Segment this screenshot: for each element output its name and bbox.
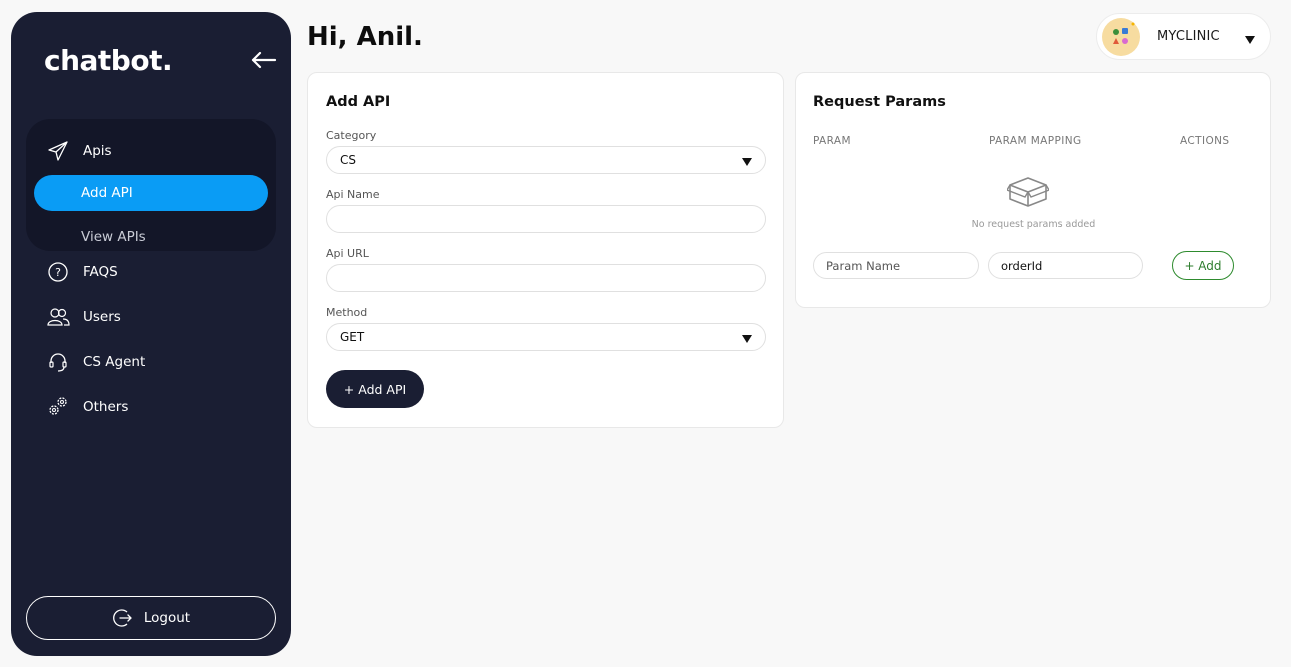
empty-state-text: No request params added [971, 219, 1096, 230]
caret-down-icon [741, 156, 753, 170]
sidebar-item-add-api[interactable]: Add API [34, 175, 268, 211]
sidebar-item-label: Others [83, 399, 129, 415]
question-icon: ? [46, 260, 70, 284]
method-label: Method [326, 306, 368, 319]
sidebar-item-cs-agent[interactable]: CS Agent [26, 344, 276, 380]
sidebar-item-label: FAQS [83, 264, 118, 280]
param-mapping-input[interactable]: orderId [988, 252, 1143, 279]
users-icon [46, 305, 70, 329]
api-url-label: Api URL [326, 247, 369, 260]
sidebar-item-label: Users [83, 309, 121, 325]
svg-text:?: ? [55, 266, 61, 279]
gears-icon [46, 395, 70, 419]
org-switcher[interactable]: MYCLINIC [1096, 13, 1271, 60]
add-param-button[interactable]: + Add [1172, 251, 1234, 280]
api-name-field[interactable] [326, 205, 766, 233]
method-value: GET [340, 330, 365, 344]
apis-nav-group: Apis Add API View APIs [26, 119, 276, 251]
category-label: Category [326, 129, 377, 142]
card-title: Add API [326, 94, 391, 110]
empty-box-icon [1005, 176, 1051, 212]
back-arrow-icon[interactable] [249, 48, 277, 72]
card-title: Request Params [813, 94, 946, 110]
sidebar-item-faqs[interactable]: ? FAQS [26, 254, 276, 290]
caret-down-icon [1244, 30, 1256, 49]
avatar [1102, 17, 1140, 56]
category-value: CS [340, 153, 356, 167]
method-select[interactable]: GET [326, 323, 766, 351]
paper-plane-icon [46, 139, 70, 163]
api-url-field[interactable] [326, 264, 766, 292]
param-name-input[interactable]: Param Name [813, 252, 979, 279]
column-header-param: PARAM [813, 135, 851, 147]
caret-down-icon [741, 333, 753, 347]
org-name: MYCLINIC [1157, 29, 1220, 44]
add-api-card: Add API Category CS Api Name Api URL Met… [307, 72, 784, 428]
logout-icon [112, 607, 134, 629]
request-params-card: Request Params PARAM PARAM MAPPING ACTIO… [795, 72, 1271, 308]
headset-icon [46, 350, 70, 374]
logout-label: Logout [143, 610, 191, 626]
sidebar-item-others[interactable]: Others [26, 389, 276, 425]
sidebar-item-label: CS Agent [83, 354, 146, 370]
category-select[interactable]: CS [326, 146, 766, 174]
column-header-actions: ACTIONS [1180, 135, 1230, 147]
page-greeting: Hi, Anil. [307, 22, 423, 52]
add-api-button[interactable]: + Add API [326, 370, 424, 408]
sidebar-item-label: Apis [83, 143, 112, 159]
logout-button[interactable]: Logout [26, 596, 276, 640]
sidebar: chatbot. Apis Add API View APIs ? FAQS U… [11, 12, 291, 656]
sidebar-item-apis[interactable]: Apis [26, 133, 276, 169]
api-name-label: Api Name [326, 188, 380, 201]
sidebar-item-view-apis[interactable]: View APIs [34, 219, 268, 255]
column-header-param-mapping: PARAM MAPPING [989, 135, 1082, 147]
sidebar-item-users[interactable]: Users [26, 299, 276, 335]
brand-logo: chatbot. [44, 44, 173, 77]
